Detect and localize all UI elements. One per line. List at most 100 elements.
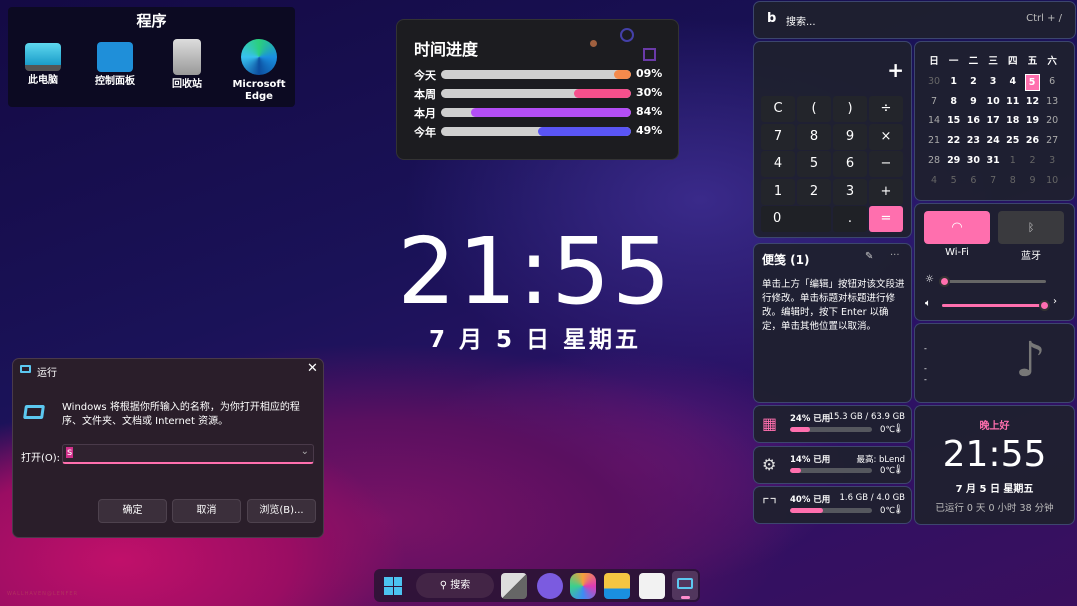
music-note-icon: ♪	[1015, 332, 1046, 388]
teams-icon[interactable]	[537, 573, 563, 599]
calendar-day[interactable]: 21	[924, 133, 944, 148]
edge-shortcut[interactable]: Microsoft Edge	[224, 39, 294, 103]
progress-row: 本月 84%	[414, 105, 664, 120]
run-taskbar-button[interactable]	[672, 571, 698, 600]
taskbar-search[interactable]: ⚲ 搜索	[416, 573, 494, 598]
calendar-day[interactable]: 13	[1042, 94, 1062, 109]
cpu-detail: 最高: bLend	[856, 454, 905, 465]
calendar-day[interactable]: 3	[1042, 153, 1062, 168]
copilot-icon[interactable]	[570, 573, 596, 599]
calc-key[interactable]: 1	[761, 178, 795, 205]
volume-slider[interactable]	[942, 300, 1050, 311]
cpu-usage: 14% 已用	[790, 454, 831, 465]
calc-key[interactable]: )	[833, 96, 867, 122]
calendar-day[interactable]: 17	[983, 113, 1003, 128]
calc-key[interactable]: 9	[833, 123, 867, 150]
calendar-day[interactable]: 25	[1003, 133, 1023, 148]
calendar-day[interactable]: 29	[944, 153, 964, 168]
calendar-day[interactable]: 8	[1003, 173, 1023, 188]
calc-key[interactable]: ÷	[869, 96, 903, 122]
calendar-day[interactable]: 6	[963, 173, 983, 188]
recycle-bin-shortcut[interactable]: 回收站	[152, 39, 222, 91]
chevron-right-icon[interactable]: ›	[1053, 296, 1057, 307]
search-widget[interactable]: b 搜索... Ctrl + /	[753, 1, 1076, 39]
calendar-day[interactable]: 26	[1023, 133, 1043, 148]
file-explorer-icon[interactable]	[604, 573, 630, 599]
notes-body[interactable]: 单击上方「编辑」按钮对该文段进行修改。单击标题对标题进行修改。编辑时，按下 En…	[762, 278, 906, 334]
calendar-day[interactable]: 27	[1042, 133, 1062, 148]
calc-key[interactable]: 7	[761, 123, 795, 150]
active-indicator	[681, 596, 690, 599]
calendar-day[interactable]: 4	[924, 173, 944, 188]
ok-button[interactable]: 确定	[98, 499, 167, 523]
calendar-day[interactable]: 3	[983, 74, 1003, 89]
progress-track	[441, 89, 631, 98]
calendar-day[interactable]: 18	[1003, 113, 1023, 128]
calendar-day[interactable]: 9	[1023, 173, 1043, 188]
calendar-day[interactable]: 15	[944, 113, 964, 128]
calendar-day[interactable]: 30	[963, 153, 983, 168]
calendar-day[interactable]: 8	[944, 94, 964, 109]
calendar-day[interactable]: 7	[924, 94, 944, 109]
calendar-today[interactable]: 5	[1024, 74, 1040, 91]
calendar-day[interactable]: 30	[924, 74, 944, 89]
calendar-day[interactable]: 5	[944, 173, 964, 188]
calc-key[interactable]: 0	[761, 206, 831, 232]
calendar-day[interactable]: 28	[924, 153, 944, 168]
calendar-day[interactable]: 1	[944, 74, 964, 89]
calc-key[interactable]: 2	[797, 178, 831, 205]
calendar-day[interactable]: 23	[963, 133, 983, 148]
calendar-day[interactable]: 1	[1003, 153, 1023, 168]
calendar-day[interactable]: 6	[1042, 74, 1062, 89]
bluetooth-icon: ᛒ	[1027, 221, 1035, 234]
edit-pencil-icon[interactable]: ✎	[865, 251, 873, 262]
calendar-day[interactable]: 9	[963, 94, 983, 109]
calc-key[interactable]: C	[761, 96, 795, 122]
start-button[interactable]	[380, 573, 406, 599]
calendar-day[interactable]: 10	[983, 94, 1003, 109]
calendar-day[interactable]: 31	[983, 153, 1003, 168]
calendar-day[interactable]: 7	[983, 173, 1003, 188]
bluetooth-toggle[interactable]: ᛒ	[998, 211, 1064, 244]
calendar-day[interactable]: 16	[963, 113, 983, 128]
calc-key[interactable]: +	[869, 178, 903, 205]
calc-key[interactable]: 4	[761, 151, 795, 177]
control-panel-shortcut[interactable]: 控制面板	[80, 39, 150, 88]
task-view-icon[interactable]	[501, 573, 527, 599]
cancel-button[interactable]: 取消	[172, 499, 241, 523]
store-icon[interactable]	[639, 573, 665, 599]
notes-title[interactable]: 便笺 (1)	[762, 251, 810, 268]
calendar-day[interactable]: 19	[1023, 113, 1043, 128]
calendar-day[interactable]: 24	[983, 133, 1003, 148]
calc-key[interactable]: −	[869, 151, 903, 177]
calendar-day[interactable]: 14	[924, 113, 944, 128]
brightness-slider[interactable]	[939, 276, 1046, 287]
calc-key[interactable]: ×	[869, 123, 903, 150]
calendar-day[interactable]: 12	[1023, 94, 1043, 109]
calc-key[interactable]: 8	[797, 123, 831, 150]
calendar-day[interactable]: 20	[1042, 113, 1062, 128]
this-pc-shortcut[interactable]: 此电脑	[8, 39, 78, 87]
weekday-label: 三	[988, 56, 998, 67]
calendar-day[interactable]: 10	[1042, 173, 1062, 188]
calendar-day[interactable]: 22	[944, 133, 964, 148]
weekday-label: 五	[1027, 56, 1038, 67]
wifi-toggle[interactable]: ◠	[924, 211, 990, 244]
calc-key[interactable]: (	[797, 96, 831, 122]
browse-button[interactable]: 浏览(B)...	[247, 499, 316, 523]
open-input[interactable]: s ⌄	[62, 444, 314, 464]
calendar-day[interactable]: 11	[1003, 94, 1023, 109]
calendar-day[interactable]: 2	[963, 74, 983, 89]
calc-key[interactable]: =	[869, 206, 903, 232]
calendar-day[interactable]: 2	[1023, 153, 1043, 168]
chevron-down-icon[interactable]: ⌄	[301, 446, 309, 457]
close-icon[interactable]: ✕	[307, 361, 318, 376]
calc-key[interactable]: 6	[833, 151, 867, 177]
calendar-day[interactable]: 4	[1003, 74, 1023, 89]
wifi-label: Wi-Fi	[945, 247, 969, 258]
calc-key[interactable]: .	[833, 206, 867, 232]
memory-usage-fill	[790, 508, 823, 513]
calc-key[interactable]: 3	[833, 178, 867, 205]
calc-key[interactable]: 5	[797, 151, 831, 177]
more-icon[interactable]: ···	[890, 250, 900, 261]
